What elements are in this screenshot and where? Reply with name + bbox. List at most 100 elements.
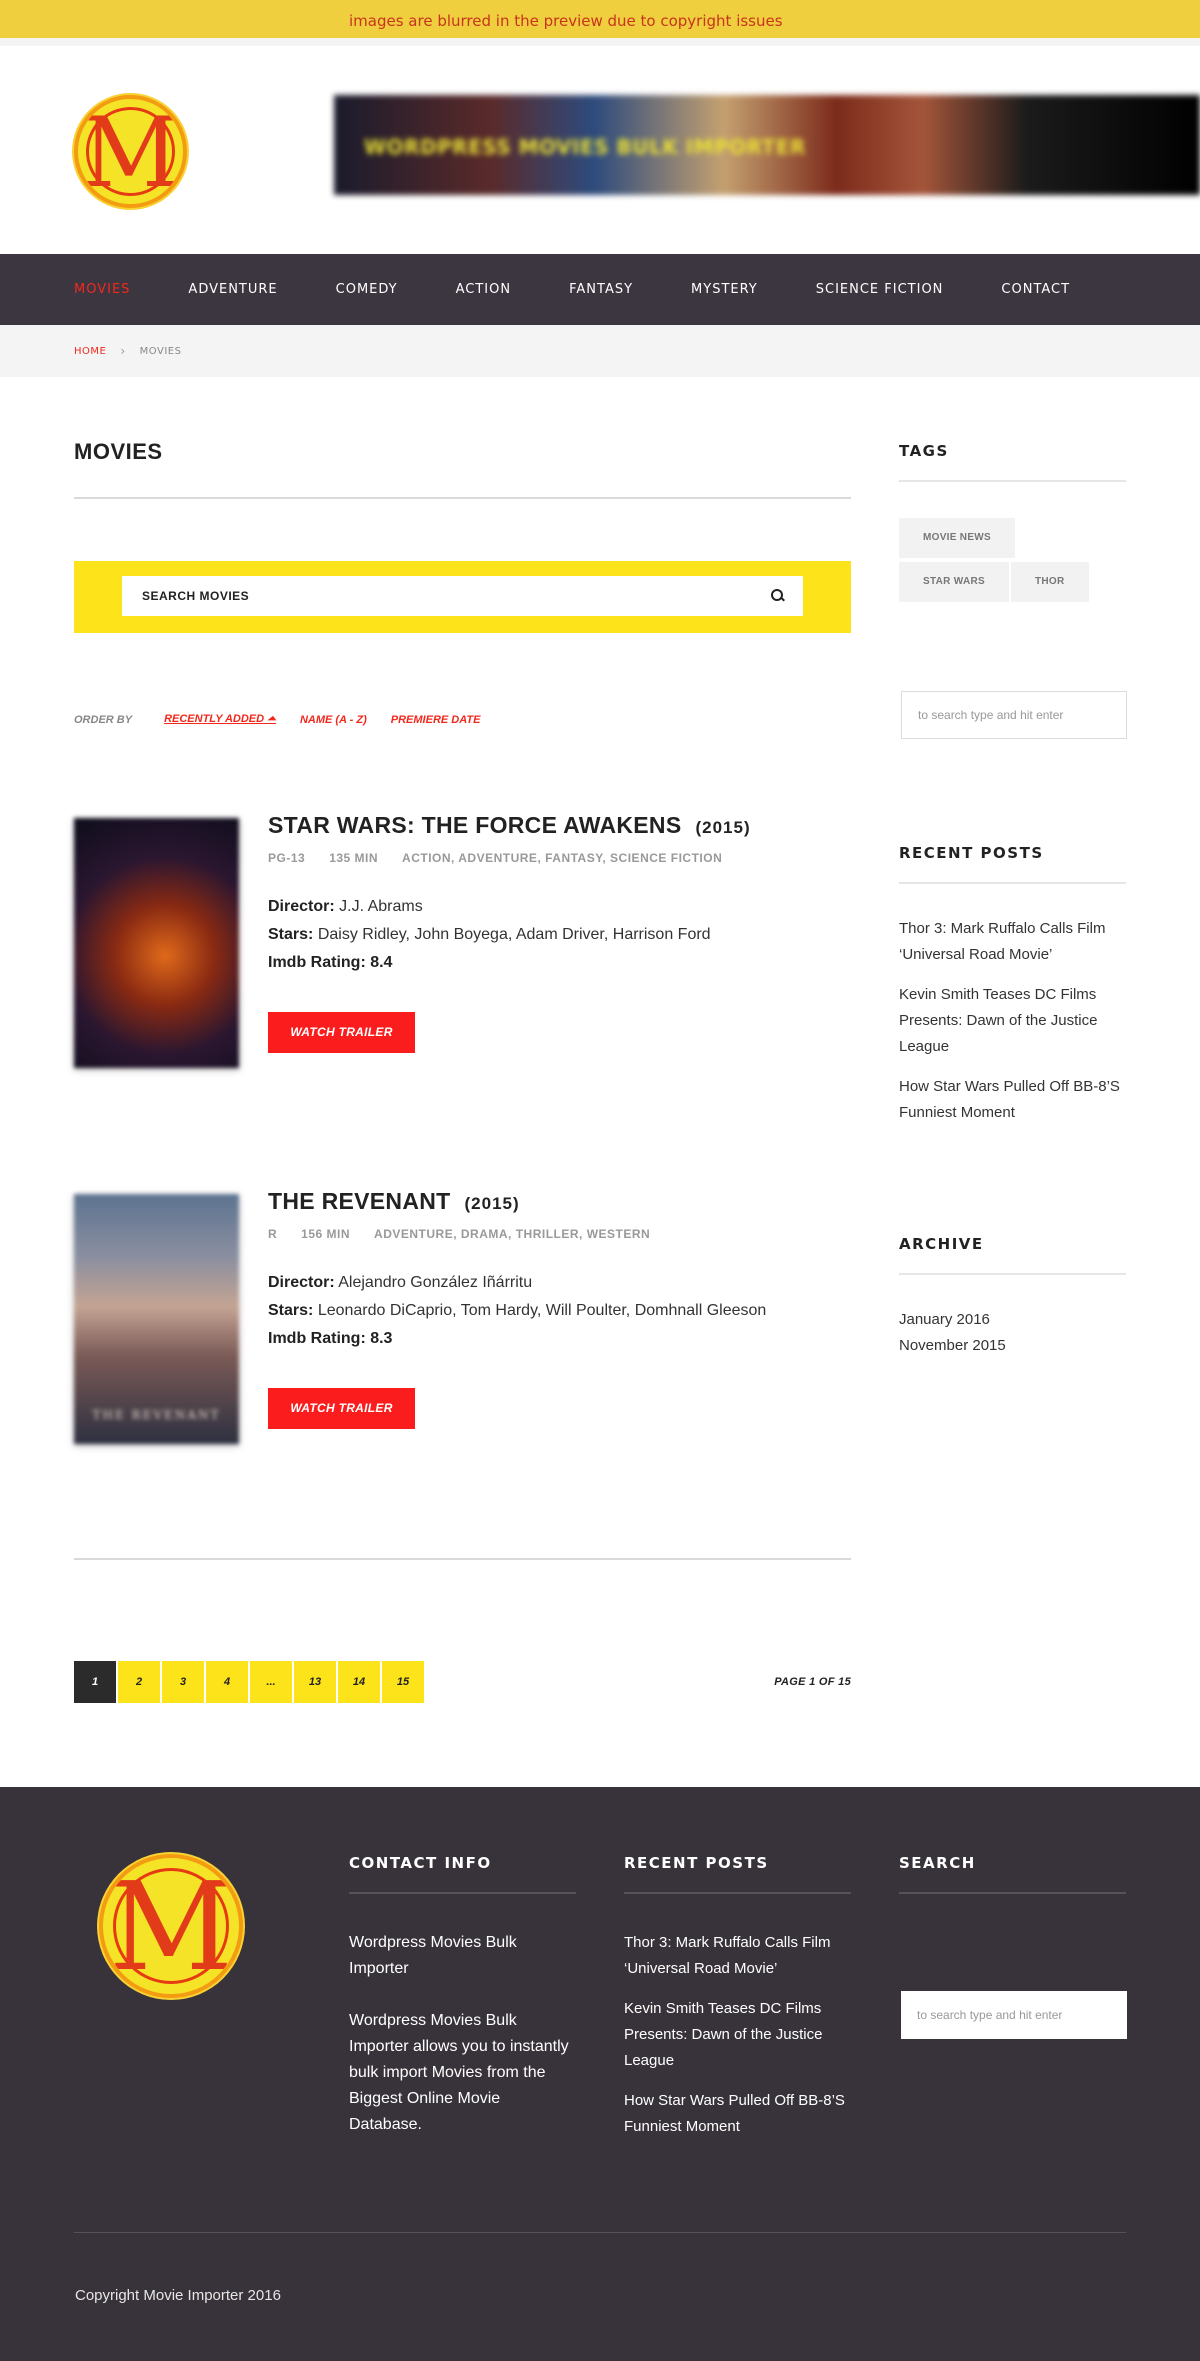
banner-text: WORDPRESS MOVIES BULK IMPORTER — [364, 135, 806, 159]
footer-recent-post-link[interactable]: Kevin Smith Teases DC Films Presents: Da… — [624, 1996, 851, 2074]
footer-recent-divider — [624, 1892, 851, 1894]
page-ellipsis: ... — [250, 1661, 292, 1703]
recent-posts-divider — [899, 882, 1126, 884]
site-logo[interactable]: M — [74, 95, 187, 208]
contact-info-divider — [349, 1892, 576, 1894]
movie-details: Director: J.J. Abrams Stars: Daisy Ridle… — [268, 893, 851, 977]
page-link-13[interactable]: 13 — [294, 1661, 336, 1703]
footer-divider — [74, 2232, 1126, 2233]
tag-thor[interactable]: THOR — [1010, 562, 1089, 602]
archive-divider — [899, 1273, 1126, 1275]
movie-details: Director: Alejandro González Iñárritu St… — [268, 1269, 851, 1353]
footer-logo-letter: M — [108, 1856, 234, 1998]
movie-poster[interactable]: THE REVENANT — [74, 1194, 239, 1444]
nav-item-fantasy[interactable]: FANTASY — [569, 282, 633, 297]
site-footer: M CONTACT INFO Wordpress Movies Bulk Imp… — [0, 1787, 1200, 2361]
director-label: Director: — [268, 898, 335, 915]
order-premiere-date[interactable]: PREMIERE DATE — [391, 714, 481, 726]
movie-director: J.J. Abrams — [339, 898, 423, 915]
movie-search-field — [122, 576, 803, 616]
header-banner[interactable]: WORDPRESS MOVIES BULK IMPORTER — [334, 95, 1200, 195]
footer-search-divider — [899, 1892, 1126, 1894]
movie-search-input[interactable] — [142, 589, 742, 603]
footer-contact: CONTACT INFO Wordpress Movies Bulk Impor… — [349, 1854, 576, 2138]
archive-link[interactable]: November 2015 — [899, 1333, 1126, 1359]
poster-title-text: THE REVENANT — [92, 1408, 221, 1422]
movie-runtime: 156 MIN — [301, 1227, 351, 1241]
page-title: MOVIES — [74, 439, 163, 464]
footer-recent-post-link[interactable]: How Star Wars Pulled Off BB-8’S Funniest… — [624, 2088, 851, 2140]
page-link-4[interactable]: 4 — [206, 1661, 248, 1703]
breadcrumb-home-link[interactable]: HOME — [74, 346, 106, 357]
footer-search-input[interactable]: to search type and hit enter — [901, 1991, 1127, 2039]
movie-stars: Daisy Ridley, John Boyega, Adam Driver, … — [317, 926, 711, 943]
movie-rating: PG-13 — [268, 851, 306, 865]
movie-item: STAR WARS: THE FORCE AWAKENS (2015) PG-13… — [74, 812, 851, 1068]
footer-recent-post-link[interactable]: Thor 3: Mark Ruffalo Calls Film ‘Univers… — [624, 1930, 851, 1982]
archive-widget: ARCHIVE January 2016 November 2015 — [899, 1235, 1126, 1359]
archive-list: January 2016 November 2015 — [899, 1307, 1126, 1359]
nav-item-mystery[interactable]: MYSTERY — [691, 282, 758, 297]
movie-info: THE REVENANT (2015) R 156 MIN ADVENTURE, DR… — [268, 1188, 851, 1429]
logo-letter: M — [81, 97, 180, 208]
list-bottom-divider — [74, 1558, 851, 1560]
recent-posts-list: Thor 3: Mark Ruffalo Calls Film ‘Univers… — [899, 916, 1126, 1126]
search-icon[interactable] — [771, 589, 785, 603]
breadcrumb-current: MOVIES — [139, 345, 182, 357]
footer-search-title: SEARCH — [899, 1854, 976, 1872]
pagination: 1 2 3 4 ... 13 14 15 — [74, 1661, 426, 1703]
nav-item-science-fiction[interactable]: SCIENCE FICTION — [816, 282, 944, 297]
movie-poster[interactable] — [74, 818, 239, 1068]
recent-post-link[interactable]: Kevin Smith Teases DC Films Presents: Da… — [899, 982, 1126, 1060]
footer-recent-title: RECENT POSTS — [624, 1854, 769, 1872]
movie-meta: PG-13 135 MIN ACTION, ADVENTURE, FANTASY, … — [268, 851, 851, 865]
nav-item-movies[interactable]: MOVIES — [74, 282, 130, 297]
page-link-3[interactable]: 3 — [162, 1661, 204, 1703]
recent-post-link[interactable]: How Star Wars Pulled Off BB-8’S Funniest… — [899, 1074, 1126, 1126]
page-link-15[interactable]: 15 — [382, 1661, 424, 1703]
contact-info-title: CONTACT INFO — [349, 1854, 492, 1872]
stars-label: Stars: — [268, 1302, 314, 1319]
movie-director: Alejandro González Iñárritu — [338, 1274, 533, 1291]
order-name-az[interactable]: NAME (A - Z) — [300, 714, 367, 726]
order-by-label: ORDER BY — [74, 713, 133, 726]
stars-label: Stars: — [268, 926, 314, 943]
tag-movie-news[interactable]: MOVIE NEWS — [899, 518, 1016, 558]
recent-post-link[interactable]: Thor 3: Mark Ruffalo Calls Film ‘Univers… — [899, 916, 1126, 968]
page-link-2[interactable]: 2 — [118, 1661, 160, 1703]
footer-logo[interactable]: M — [99, 1854, 243, 1998]
main-area: MOVIES ORDER BY RECENTLY ADDED ⏶ NAME (A… — [0, 377, 1200, 1788]
movie-info: STAR WARS: THE FORCE AWAKENS (2015) PG-13… — [268, 812, 851, 1053]
sidebar-search-input[interactable]: to search type and hit enter — [901, 691, 1127, 739]
movie-title[interactable]: THE REVENANT — [268, 1188, 451, 1214]
archive-title: ARCHIVE — [899, 1235, 984, 1253]
page-link-14[interactable]: 14 — [338, 1661, 380, 1703]
footer-recent-list: Thor 3: Mark Ruffalo Calls Film ‘Univers… — [624, 1930, 851, 2140]
tags-divider — [899, 480, 1126, 482]
movie-title[interactable]: STAR WARS: THE FORCE AWAKENS — [268, 812, 681, 838]
movie-meta: R 156 MIN ADVENTURE, DRAMA, THRILLER, WEST… — [268, 1227, 851, 1241]
order-recently-added[interactable]: RECENTLY ADDED ⏶ — [164, 713, 276, 726]
title-divider — [74, 497, 851, 499]
footer-search: SEARCH to search type and hit enter — [899, 1854, 1127, 2039]
nav-item-adventure[interactable]: ADVENTURE — [188, 282, 277, 297]
nav-item-contact[interactable]: CONTACT — [1001, 282, 1070, 297]
site-header: M WORDPRESS MOVIES BULK IMPORTER — [0, 46, 1200, 254]
contact-description: Wordpress Movies Bulk Importer allows yo… — [349, 2012, 569, 2133]
tags-widget: TAGS — [899, 442, 1126, 482]
archive-link[interactable]: January 2016 — [899, 1307, 1126, 1333]
nav-item-action[interactable]: ACTION — [456, 282, 511, 297]
nav-item-comedy[interactable]: COMEDY — [336, 282, 398, 297]
tag-star-wars[interactable]: STAR WARS — [899, 562, 1009, 602]
page-link-1[interactable]: 1 — [74, 1661, 116, 1703]
recent-posts-title: RECENT POSTS — [899, 844, 1044, 862]
movie-stars: Leonardo DiCaprio, Tom Hardy, Will Poult… — [317, 1302, 767, 1319]
movie-imdb-rating: : 8.4 — [360, 954, 393, 971]
movie-search-box — [74, 561, 851, 633]
order-by-bar: ORDER BY RECENTLY ADDED ⏶ NAME (A - Z) P… — [74, 713, 504, 726]
movie-rating: R — [268, 1227, 278, 1241]
movie-genres[interactable]: ADVENTURE, DRAMA, THRILLER, WESTERN — [374, 1227, 650, 1241]
watch-trailer-button[interactable]: WATCH TRAILER — [268, 1012, 415, 1053]
movie-genres[interactable]: ACTION, ADVENTURE, FANTASY, SCIENCE FICT… — [402, 851, 722, 865]
watch-trailer-button[interactable]: WATCH TRAILER — [268, 1388, 415, 1429]
